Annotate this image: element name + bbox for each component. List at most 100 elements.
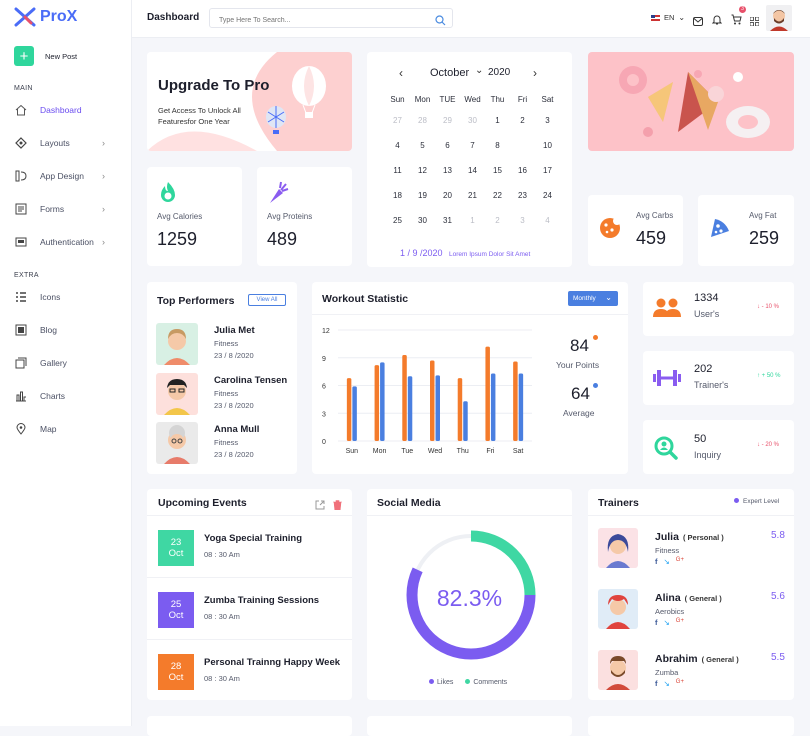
event-item[interactable]: 28 Oct Personal Trainng Happy Week 08 : 3…: [147, 654, 352, 716]
period-dropdown[interactable]: Monthly ⌄: [568, 291, 618, 306]
logo[interactable]: ProX: [14, 7, 77, 27]
calendar-day[interactable]: 14: [460, 166, 485, 175]
bar[interactable]: [518, 373, 524, 441]
trainer-item[interactable]: Abrahim( General ) Zumba f ↘ G+ 5.5: [588, 650, 794, 704]
bar[interactable]: [457, 378, 463, 441]
trash-icon[interactable]: [333, 497, 342, 515]
mail-icon[interactable]: [693, 13, 703, 31]
chevron-down-icon[interactable]: ⌄: [475, 65, 483, 76]
calendar-day[interactable]: 16: [510, 166, 535, 175]
sidebar-item-authentication[interactable]: Authentication ›: [14, 232, 105, 252]
calendar-day[interactable]: 20: [435, 191, 460, 200]
calendar-year[interactable]: 2020: [488, 67, 510, 78]
calendar-day[interactable]: 18: [385, 191, 410, 200]
calendar-day[interactable]: 23: [510, 191, 535, 200]
calendar-day[interactable]: 21: [460, 191, 485, 200]
calendar-day[interactable]: 3: [510, 216, 535, 225]
search-input[interactable]: [210, 11, 410, 30]
calendar-day[interactable]: 31: [435, 216, 460, 225]
calendar-day[interactable]: 10: [535, 141, 560, 150]
avatar[interactable]: [766, 5, 792, 31]
chevron-left-icon[interactable]: ‹: [399, 66, 403, 80]
calendar-day[interactable]: 6: [435, 141, 460, 150]
calendar-day[interactable]: 13: [435, 166, 460, 175]
new-post-button[interactable]: + New Post: [14, 46, 94, 66]
calendar-day[interactable]: 19: [410, 191, 435, 200]
calendar-day[interactable]: 9: [510, 137, 535, 152]
calendar-day[interactable]: 4: [385, 141, 410, 150]
calendar-day[interactable]: 12: [410, 166, 435, 175]
sidebar-item-dashboard[interactable]: Dashboard: [14, 100, 82, 120]
twitter-icon[interactable]: ↘: [664, 618, 670, 627]
sidebar-item-blog[interactable]: Blog: [14, 320, 57, 340]
search-icon[interactable]: [435, 13, 446, 31]
calendar-day[interactable]: 3: [535, 116, 560, 125]
bar[interactable]: [513, 361, 518, 441]
calendar-day[interactable]: 11: [385, 166, 410, 175]
sidebar-item-layouts[interactable]: Layouts ›: [14, 133, 105, 153]
calendar-day[interactable]: 5: [410, 141, 435, 150]
facebook-icon[interactable]: f: [655, 557, 658, 566]
bell-icon[interactable]: [711, 12, 723, 30]
calendar-day[interactable]: 2: [485, 216, 510, 225]
sidebar-item-charts[interactable]: Charts: [14, 386, 65, 406]
chevron-right-icon[interactable]: ›: [533, 66, 537, 80]
twitter-icon[interactable]: ↘: [664, 679, 670, 688]
event-item[interactable]: 23 Oct Yoga Special Training 08 : 30 Am: [147, 530, 352, 592]
calendar-day[interactable]: 25: [385, 216, 410, 225]
bar[interactable]: [463, 401, 468, 441]
facebook-icon[interactable]: f: [655, 618, 658, 627]
trainer-item[interactable]: Julia( Personal ) Fitness f ↘ G+ 5.8: [588, 528, 794, 582]
bar[interactable]: [374, 365, 380, 441]
twitter-icon[interactable]: ↘: [664, 557, 670, 566]
list-item[interactable]: Julia Met Fitness 23 / 8 /2020: [156, 323, 296, 367]
stat-value: 259: [749, 228, 780, 248]
calendar-day[interactable]: 29: [435, 116, 460, 125]
notification-badge: 3: [739, 6, 746, 13]
calendar-day[interactable]: 2: [510, 116, 535, 125]
calendar-day[interactable]: 30: [410, 216, 435, 225]
calendar-day[interactable]: 7: [460, 141, 485, 150]
sidebar-item-gallery[interactable]: Gallery: [14, 353, 67, 373]
event-item[interactable]: 25 Oct Zumba Training Sessions 08 : 30 Am: [147, 592, 352, 654]
list-item[interactable]: Anna Mull Fitness 23 / 8 /2020: [156, 422, 296, 466]
grid-icon[interactable]: [749, 13, 760, 31]
bar[interactable]: [380, 362, 385, 441]
calendar-day[interactable]: 15: [485, 166, 510, 175]
calendar-day[interactable]: 27: [385, 116, 410, 125]
bar[interactable]: [430, 360, 435, 441]
share-icon[interactable]: [315, 497, 325, 515]
event-title: Yoga Special Training: [204, 533, 303, 544]
calendar-day[interactable]: 1: [460, 216, 485, 225]
trainer-item[interactable]: Alina( General ) Aerobics f ↘ G+ 5.6: [588, 589, 794, 643]
calendar-day[interactable]: 28: [410, 116, 435, 125]
google-plus-icon[interactable]: G+: [676, 618, 684, 627]
calendar-day[interactable]: 4: [535, 216, 560, 225]
google-plus-icon[interactable]: G+: [676, 679, 684, 688]
facebook-icon[interactable]: f: [655, 679, 658, 688]
language-selector[interactable]: EN ⌄: [651, 13, 685, 22]
calendar-day[interactable]: 1: [485, 116, 510, 125]
bar[interactable]: [402, 354, 407, 441]
calendar-day[interactable]: 22: [485, 191, 510, 200]
list-item[interactable]: Carolina Tensen Fitness 23 / 8 /2020: [156, 373, 296, 417]
calendar-day[interactable]: 30: [460, 116, 485, 125]
bar[interactable]: [346, 378, 352, 441]
google-plus-icon[interactable]: G+: [676, 557, 684, 566]
bar[interactable]: [435, 375, 441, 441]
bar[interactable]: [490, 373, 496, 441]
bar[interactable]: [485, 346, 490, 441]
sidebar-item-icons[interactable]: Icons: [14, 287, 60, 307]
sidebar-item-app-design[interactable]: App Design ›: [14, 166, 105, 186]
calendar-month[interactable]: October: [430, 67, 469, 79]
calendar-day[interactable]: 24: [535, 191, 560, 200]
search-bar[interactable]: [209, 8, 453, 31]
bar[interactable]: [407, 376, 413, 441]
calendar-day[interactable]: 17: [535, 166, 560, 175]
calendar-day[interactable]: 8: [485, 141, 510, 150]
bar[interactable]: [352, 386, 357, 441]
sidebar-item-forms[interactable]: Forms ›: [14, 199, 105, 219]
cart-icon[interactable]: [731, 12, 742, 30]
view-all-button[interactable]: View All: [248, 294, 286, 306]
sidebar-item-map[interactable]: Map: [14, 419, 57, 439]
